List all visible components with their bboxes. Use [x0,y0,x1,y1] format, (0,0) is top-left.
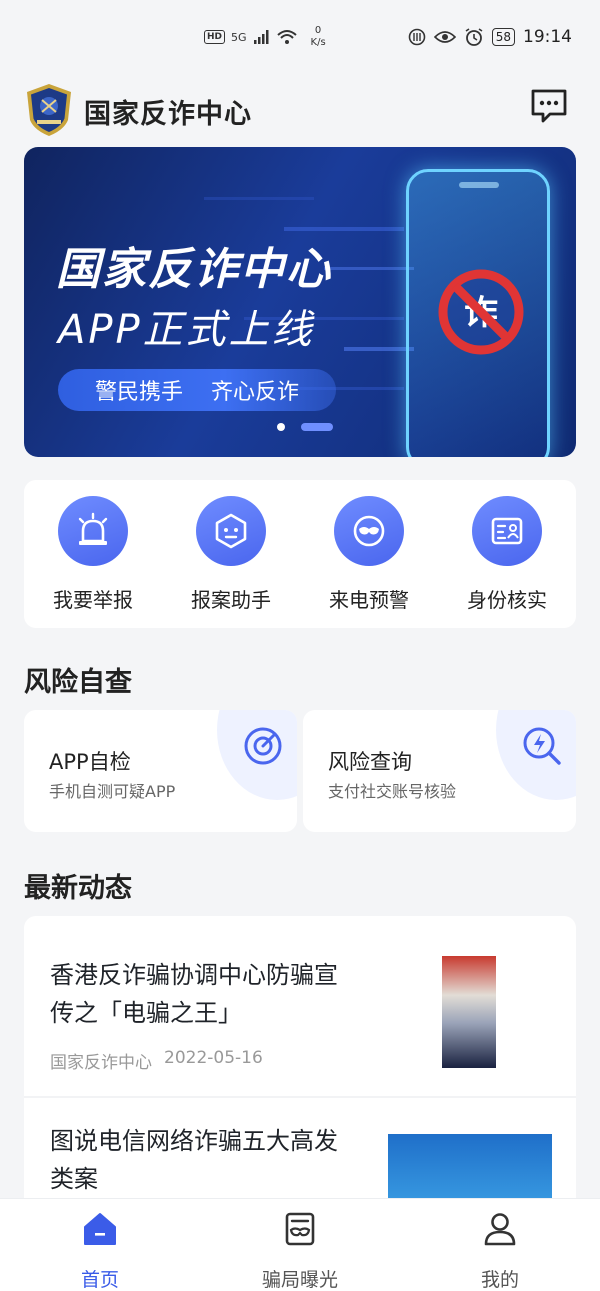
identity-check-label: 身份核实 [467,588,547,612]
status-bar: HD 5G 0 K/s 58 19:14 [0,0,600,72]
banner-title: 国家反诈中心 [56,244,332,295]
promo-banner[interactable]: 国家反诈中心 APP正式上线 警民携手 齐心反诈 诈 [24,147,576,457]
news-mask-icon [285,1212,315,1246]
status-right: 58 19:14 [408,24,572,50]
app-check-title: APP自检 [49,750,131,774]
bottom-tab-bar: 首页 骗局曝光 我的 [0,1198,600,1291]
slogan-part-1: 警民携手 [94,380,183,405]
risk-query-subtitle: 支付社交账号核验 [328,782,457,801]
news-title-line-2: 类案 [50,1165,98,1193]
wifi-icon [276,30,297,44]
news-title-line-2: 传之「电骗之王」 [50,999,242,1027]
phone-notch [459,182,499,188]
slogan-part-2: 齐心反诈 [211,380,300,405]
phone-illustration: 诈 [406,169,550,457]
speed-value: 0 [314,25,322,36]
news-title-line-1: 香港反诈骗协调中心防骗宣 [50,961,338,989]
user-icon [484,1213,516,1246]
tab-home[interactable]: 首页 [40,1211,160,1291]
case-assistant-label: 报案助手 [191,588,271,612]
tab-home-label: 首页 [80,1269,119,1291]
quick-actions-panel: 我要举报 报案助手 来电预警 身份核实 [24,480,576,628]
tab-profile[interactable]: 我的 [440,1211,560,1291]
news-item[interactable]: 香港反诈骗协调中心防骗宣 传之「电骗之王」 国家反诈中心 2022-05-16 [24,916,576,1096]
app-check-subtitle: 手机自测可疑APP [49,782,176,801]
robot-icon [196,496,266,566]
carousel-indicator [277,423,333,431]
risk-query-card[interactable]: 风险查询 支付社交账号核验 [303,710,576,832]
carousel-dot-active[interactable] [301,423,333,431]
home-icon [84,1213,116,1245]
tab-scam-exposure-label: 骗局曝光 [261,1269,338,1291]
tab-profile-label: 我的 [480,1269,519,1291]
risk-query-title: 风险查询 [328,750,412,774]
app-header: 国家反诈中心 [24,80,576,140]
tab-scam-exposure[interactable]: 骗局曝光 [240,1211,360,1291]
message-button[interactable] [530,88,568,124]
news-date: 2022-05-16 [164,1048,263,1068]
no-fraud-sign-icon: 诈 [438,269,524,355]
net-speed: 0 K/s [311,25,326,49]
case-assistant-action[interactable]: 报案助手 [162,496,300,616]
risk-section-title: 风险自查 [24,667,132,698]
network-label: 5G [231,30,247,44]
news-meta: 国家反诈中心 2022-05-16 [50,1048,263,1073]
news-title-line-1: 图说电信网络诈骗五大高发 [50,1127,338,1155]
news-section-title: 最新动态 [24,873,132,904]
status-left: HD 5G 0 K/s [204,24,326,50]
news-thumbnail [442,956,496,1068]
mask-icon [334,496,404,566]
banner-subtitle: APP正式上线 [58,307,315,353]
news-list: 香港反诈骗协调中心防骗宣 传之「电骗之王」 国家反诈中心 2022-05-16 … [24,916,576,1216]
speed-unit: K/s [310,37,326,48]
police-badge-logo [27,84,71,136]
call-warning-label: 来电预警 [329,588,409,612]
identity-check-action[interactable]: 身份核实 [438,496,576,616]
search-flash-icon [523,727,561,765]
news-source: 国家反诈中心 [50,1053,152,1073]
app-check-card[interactable]: APP自检 手机自测可疑APP [24,710,297,832]
signal-icon [253,30,269,44]
banner-slogan: 警民携手 齐心反诈 [58,369,336,411]
call-warning-action[interactable]: 来电预警 [300,496,438,616]
vibrate-icon [408,28,426,46]
app-title: 国家反诈中心 [84,99,252,130]
report-label: 我要举报 [53,588,133,612]
battery-level: 58 [491,28,515,46]
id-card-icon [472,496,542,566]
report-action[interactable]: 我要举报 [24,496,162,616]
clock-time: 19:14 [523,27,572,47]
eye-icon [433,31,456,43]
alarm-icon [58,496,128,566]
carousel-dot[interactable] [277,423,285,431]
target-icon [244,727,282,765]
hd-badge: HD [204,30,226,44]
alarm-clock-icon [465,28,483,46]
